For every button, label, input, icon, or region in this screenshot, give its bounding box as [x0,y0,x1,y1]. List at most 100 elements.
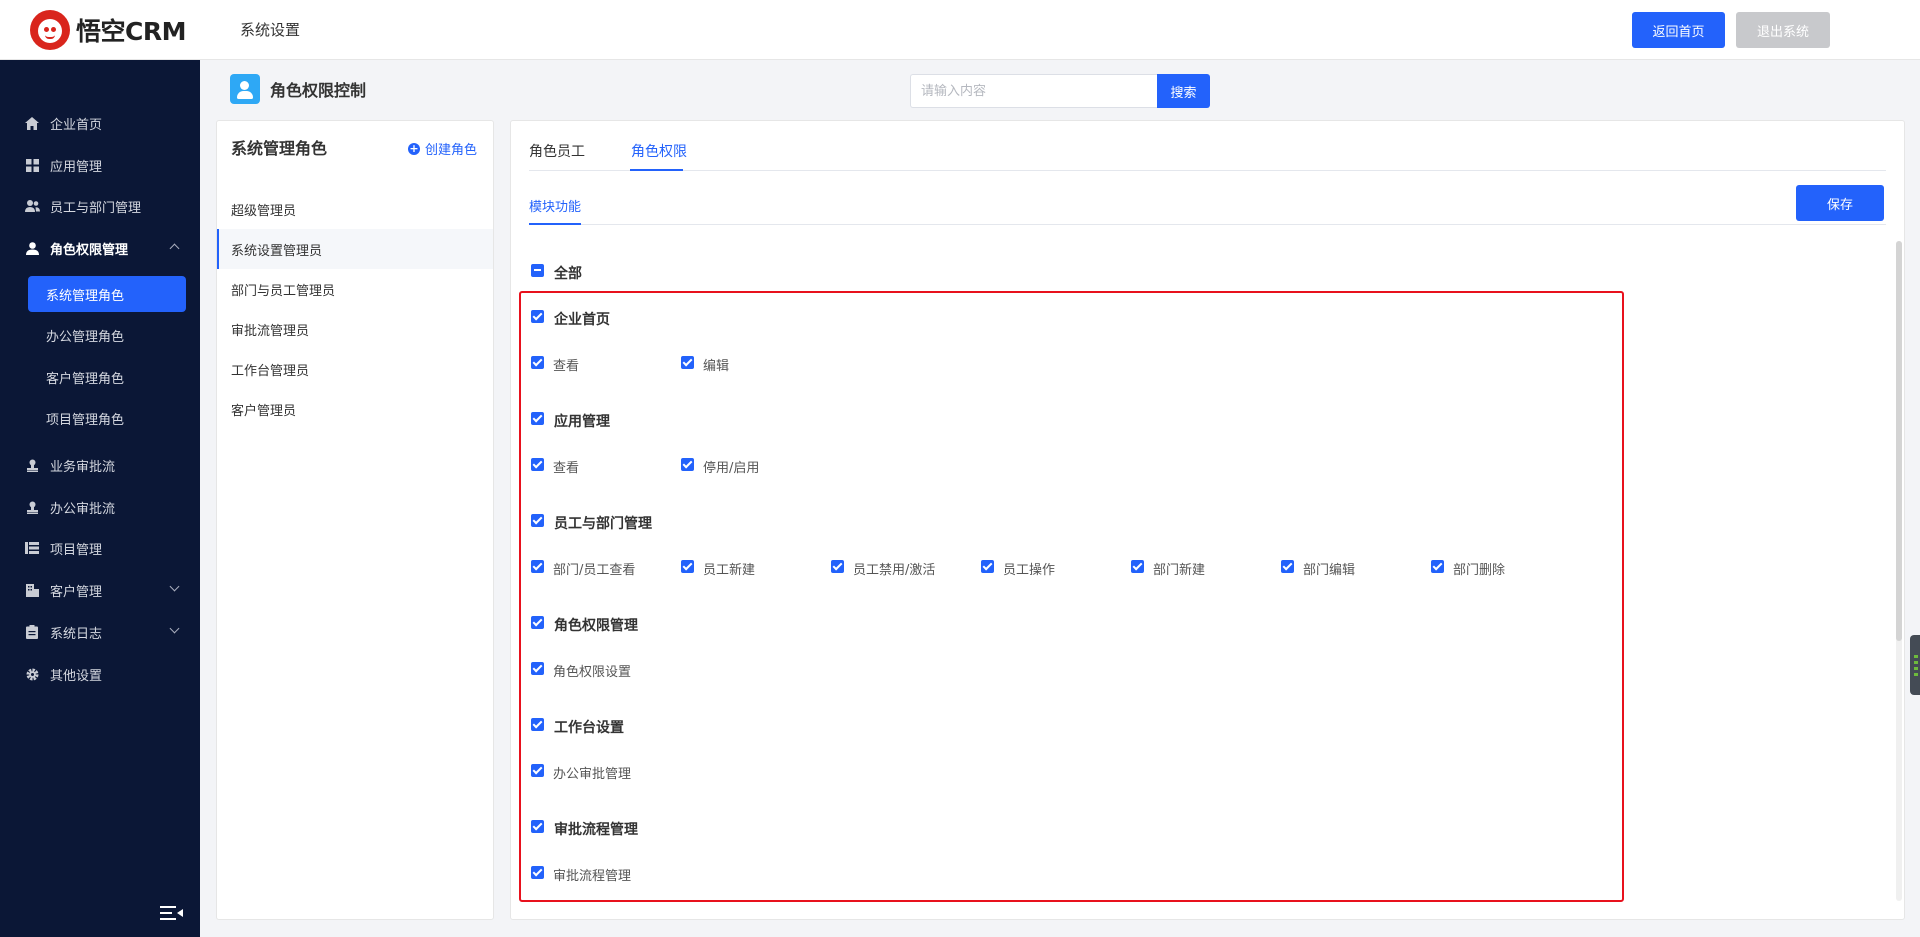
permission-checkbox[interactable] [681,560,694,573]
sidebar-item-apps[interactable]: 应用管理 [0,147,200,183]
sidebar-item-business-approval[interactable]: 业务审批流 [0,447,200,483]
role-item[interactable]: 客户管理员 [217,389,493,429]
permission-checkbox[interactable] [531,458,544,471]
gear-icon [24,666,40,682]
group-checkbox[interactable] [531,616,544,629]
permission-checkbox[interactable] [681,458,694,471]
sidebar-item-label: 项目管理 [50,542,103,558]
sidebar-item-other-settings[interactable]: 其他设置 [0,656,200,692]
vertical-scrollbar[interactable] [1896,241,1902,901]
chevron-down-icon [169,581,180,592]
role-panel-title: 系统管理角色 [231,139,328,158]
sidebar-item-project[interactable]: 项目管理 [0,530,200,566]
group-label: 审批流程管理 [554,822,638,838]
group-label: 员工与部门管理 [554,516,652,532]
permission-checkbox[interactable] [531,866,544,879]
tab-bar: 角色员工 角色权限 [529,121,1886,171]
sidebar-item-label: 企业首页 [50,117,103,133]
create-role-button[interactable]: + 创建角色 [407,139,477,158]
permission-checkbox[interactable] [531,356,544,369]
highlight-frame [519,291,1624,902]
logo[interactable]: 悟空CRM [30,10,186,50]
sidebar-subitem-customer-roles[interactable]: 客户管理角色 [28,359,186,395]
sidebar-item-customer[interactable]: 客户管理 [0,572,200,608]
active-subtab-indicator [529,223,581,225]
permission-checkbox[interactable] [681,356,694,369]
group-label: 企业首页 [554,312,610,328]
role-item[interactable]: 超级管理员 [217,189,493,229]
plus-circle-icon: + [407,141,420,155]
sidebar-item-label: 客户管理 [50,584,103,600]
chevron-down-icon [169,623,180,634]
stamp-icon [24,457,40,473]
permission-checkbox[interactable] [981,560,994,573]
list-icon [24,540,40,556]
group-checkbox[interactable] [531,514,544,527]
permission-label: 部门编辑 [1303,563,1356,578]
scrollbar-thumb[interactable] [1896,241,1902,641]
permission-label: 部门新建 [1153,563,1206,578]
monkey-logo-icon [30,10,70,50]
sidebar-item-home[interactable]: 企业首页 [0,105,200,141]
header-title: 系统设置 [240,21,301,39]
sidebar-item-staff[interactable]: 员工与部门管理 [0,188,200,224]
exit-system-button[interactable]: 退出系统 [1736,12,1830,48]
select-all-label: 全部 [554,266,582,282]
tab-role-permissions[interactable]: 角色权限 [631,141,687,161]
chevron-up-icon [169,243,180,254]
permission-checkbox[interactable] [531,662,544,675]
permission-checkbox[interactable] [1281,560,1294,573]
permission-label: 编辑 [703,359,730,374]
sidebar-item-role-permissions[interactable]: 角色权限管理 [0,230,200,266]
search-button[interactable]: 搜索 [1157,74,1210,108]
role-item[interactable]: 部门与员工管理员 [217,269,493,309]
collapse-menu-icon[interactable] [160,906,183,920]
permission-label: 员工操作 [1003,563,1056,578]
group-checkbox[interactable] [531,310,544,323]
subtab-module-functions[interactable]: 模块功能 [529,196,581,215]
sidebar: 企业首页 应用管理 员工与部门管理 角色权限管理 系统管理角色 办公管理角色 客… [0,60,200,937]
group-checkbox[interactable] [531,820,544,833]
permission-label: 办公审批管理 [553,767,632,782]
role-item[interactable]: 审批流管理员 [217,309,493,349]
permission-label: 查看 [553,461,580,476]
group-label: 应用管理 [554,414,610,430]
active-tab-indicator [630,169,683,171]
floating-side-widget[interactable] [1910,635,1920,695]
sidebar-item-label: 应用管理 [50,159,103,175]
group-label: 工作台设置 [554,720,624,736]
tab-role-staff[interactable]: 角色员工 [529,141,585,161]
group-label: 角色权限管理 [554,618,638,634]
sidebar-subitem-project-roles[interactable]: 项目管理角色 [28,400,186,436]
permission-label: 员工禁用/激活 [853,563,936,578]
search-input[interactable] [910,74,1157,108]
group-checkbox[interactable] [531,412,544,425]
sidebar-subitem-system-roles[interactable]: 系统管理角色 [28,276,186,312]
permission-checkbox[interactable] [531,764,544,777]
role-item[interactable]: 系统设置管理员 [217,229,493,269]
sidebar-item-label: 员工与部门管理 [50,200,142,216]
permission-label: 停用/启用 [703,461,760,476]
save-button[interactable]: 保存 [1796,185,1884,221]
sidebar-subitem-office-roles[interactable]: 办公管理角色 [28,317,186,353]
select-all-checkbox[interactable] [531,264,544,277]
permission-checkbox[interactable] [1131,560,1144,573]
sidebar-item-label: 角色权限管理 [50,242,129,258]
sidebar-item-system-log[interactable]: 系统日志 [0,614,200,650]
sidebar-item-office-approval[interactable]: 办公审批流 [0,489,200,525]
top-header: 悟空CRM 系统设置 返回首页 退出系统 [0,0,1920,60]
clipboard-icon [24,624,40,640]
building-icon [24,582,40,598]
role-item[interactable]: 工作台管理员 [217,349,493,389]
permission-checkbox[interactable] [1431,560,1444,573]
permission-label: 部门/员工查看 [553,563,636,578]
permission-checkbox[interactable] [831,560,844,573]
group-checkbox[interactable] [531,718,544,731]
create-role-label: 创建角色 [424,143,477,158]
permission-checkbox[interactable] [531,560,544,573]
stamp-icon [24,499,40,515]
sidebar-item-label: 其他设置 [50,668,103,684]
subtab-bar: 模块功能 [529,181,1886,225]
back-home-button[interactable]: 返回首页 [1632,12,1725,48]
permission-label: 角色权限设置 [553,665,632,680]
